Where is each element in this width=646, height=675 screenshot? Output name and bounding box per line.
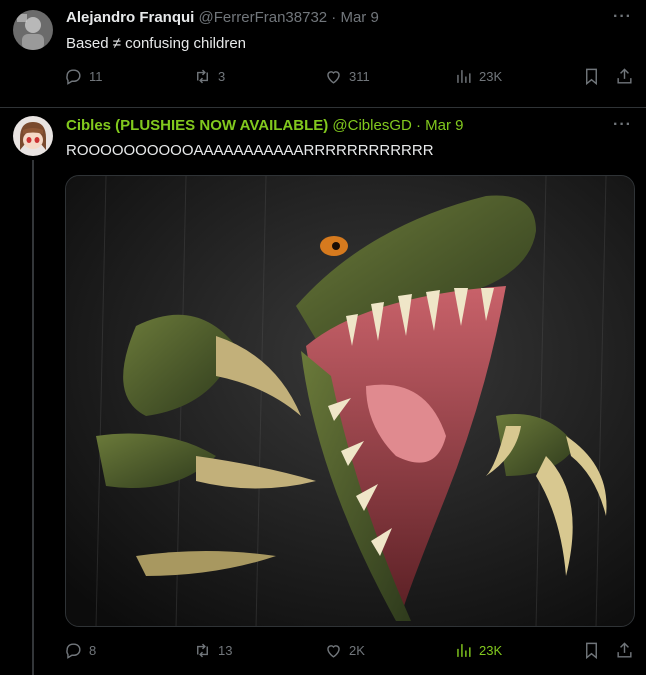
tweet-header: Alejandro Franqui @FerrerFran38732 · Mar… (66, 9, 379, 26)
handle-date[interactable]: @FerrerFran38732 · Mar 9 (199, 9, 379, 26)
share-icon (617, 68, 632, 84)
tweet-text: ROOOOOOOOOOAAAAAAAAAAARRRRRRRRRRRR (66, 142, 434, 159)
action-bar: 8 13 2K 23K (64, 641, 636, 665)
repost-button[interactable]: 13 (193, 641, 232, 660)
tweet-text: Based ≠ confusing children (66, 35, 247, 52)
views-icon (457, 644, 471, 657)
thread-line (32, 160, 34, 675)
views-icon (457, 70, 471, 83)
like-button[interactable]: 311 (324, 67, 370, 86)
views-count: 23K (479, 69, 503, 84)
like-button[interactable]: 2K (324, 641, 365, 660)
heart-icon (327, 71, 340, 84)
bookmark-icon (586, 68, 597, 86)
views-button[interactable]: 23K (454, 641, 502, 660)
share-button[interactable] (615, 641, 634, 660)
more-icon[interactable]: ··· (613, 116, 632, 134)
like-count: 311 (349, 69, 370, 84)
heart-icon (327, 645, 340, 658)
reply-button[interactable]: 11 (64, 67, 103, 86)
repost-icon (197, 643, 208, 658)
handle-date[interactable]: @CiblesGD · Mar 9 (332, 117, 463, 134)
reply-count: 8 (89, 643, 97, 658)
repost-button[interactable]: 3 (193, 67, 225, 86)
more-icon[interactable]: ··· (613, 8, 632, 26)
repost-count: 3 (218, 69, 226, 84)
reply-button[interactable]: 8 (64, 641, 96, 660)
repost-icon (197, 69, 208, 84)
tweet-header: Cibles (PLUSHIES NOW AVAILABLE) @CiblesG… (66, 117, 464, 134)
action-bar: 11 3 311 23K (64, 67, 636, 91)
dinosaur-image (66, 176, 634, 626)
display-name[interactable]: Alejandro Franqui (66, 9, 194, 26)
display-name[interactable]: Cibles (PLUSHIES NOW AVAILABLE) (66, 117, 328, 134)
avatar[interactable] (13, 10, 53, 50)
bookmark-button[interactable] (582, 641, 601, 660)
repost-count: 13 (218, 643, 233, 658)
views-count: 23K (479, 643, 503, 658)
bookmark-icon (586, 642, 597, 660)
views-button[interactable]: 23K (454, 67, 502, 86)
reply-icon (66, 643, 81, 659)
tweet-media-image[interactable] (65, 175, 635, 627)
like-count: 2K (349, 643, 365, 658)
reply-count: 11 (89, 69, 103, 84)
share-button[interactable] (615, 67, 634, 86)
share-icon (617, 642, 632, 658)
bookmark-button[interactable] (582, 67, 601, 86)
avatar[interactable] (13, 116, 53, 156)
reply-icon (66, 69, 81, 85)
